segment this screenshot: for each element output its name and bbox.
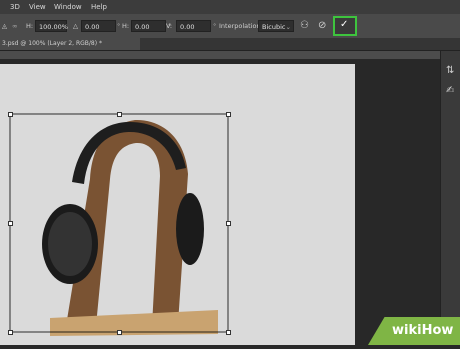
document-tab[interactable]: 3.psd @ 100% (Layer 2, RGB/8) * × bbox=[0, 38, 140, 50]
chevron-down-icon: ⌄ bbox=[285, 23, 291, 31]
degree-icon: ° bbox=[117, 22, 121, 30]
watermark-text: wikiHow bbox=[392, 323, 454, 338]
vertical-skew-label: V: bbox=[166, 22, 173, 30]
cancel-transform-icon[interactable]: ⊘ bbox=[318, 20, 326, 31]
menu-bar: 3D View Window Help bbox=[0, 0, 460, 14]
options-bar: ◬ ∞ H: 100.00% △ 0.00 ° H: 0.00 ° V: 0.0… bbox=[0, 14, 460, 39]
interpolation-label: Interpolation: bbox=[219, 22, 263, 30]
menu-help[interactable]: Help bbox=[91, 3, 107, 11]
handle-top-center[interactable] bbox=[117, 112, 122, 117]
handle-bottom-left[interactable] bbox=[8, 330, 13, 335]
checkmark-icon: ✓ bbox=[340, 19, 349, 30]
handle-middle-left[interactable] bbox=[8, 221, 13, 226]
document-tab-bar: 3.psd @ 100% (Layer 2, RGB/8) * × bbox=[0, 38, 460, 51]
rotate-angle-icon: △ bbox=[73, 22, 78, 30]
interpolation-value: Bicubic bbox=[262, 23, 286, 31]
menu-window[interactable]: Window bbox=[54, 3, 82, 11]
commit-transform-button[interactable]: ✓ bbox=[333, 16, 357, 36]
rotate-angle-field[interactable]: 0.00 bbox=[81, 20, 116, 32]
document-tab-label: 3.psd @ 100% (Layer 2, RGB/8) * bbox=[2, 40, 102, 47]
warp-mode-icon[interactable]: ⚇ bbox=[300, 20, 309, 31]
vskew-degree-icon: ° bbox=[213, 22, 217, 30]
handle-top-right[interactable] bbox=[226, 112, 231, 117]
right-panel-dock: ⇅ ✍ bbox=[440, 51, 460, 345]
handle-bottom-center[interactable] bbox=[117, 330, 122, 335]
height-percent-field[interactable]: 100.00% bbox=[35, 20, 68, 32]
panel-toggle-icon[interactable]: ⇅ bbox=[446, 65, 454, 76]
interpolation-select[interactable]: Bicubic ⌄ bbox=[258, 20, 294, 32]
handle-middle-right[interactable] bbox=[226, 221, 231, 226]
menu-3d[interactable]: 3D bbox=[10, 3, 20, 11]
panel-brush-icon[interactable]: ✍ bbox=[446, 85, 454, 96]
handle-bottom-right[interactable] bbox=[226, 330, 231, 335]
reference-point-icon[interactable]: ◬ bbox=[2, 22, 7, 30]
height-label: H: bbox=[26, 22, 34, 30]
handle-top-left[interactable] bbox=[8, 112, 13, 117]
canvas[interactable] bbox=[0, 64, 355, 345]
layer-image bbox=[9, 113, 229, 336]
constrain-link-icon[interactable]: ∞ bbox=[12, 22, 17, 30]
left-earcup-grill bbox=[48, 212, 92, 276]
vertical-skew-field[interactable]: 0.00 bbox=[176, 20, 211, 32]
horizontal-skew-label: H: bbox=[122, 22, 130, 30]
menu-view[interactable]: View bbox=[29, 3, 46, 11]
horizontal-skew-field[interactable]: 0.00 bbox=[131, 20, 166, 32]
right-earcup bbox=[176, 193, 204, 265]
